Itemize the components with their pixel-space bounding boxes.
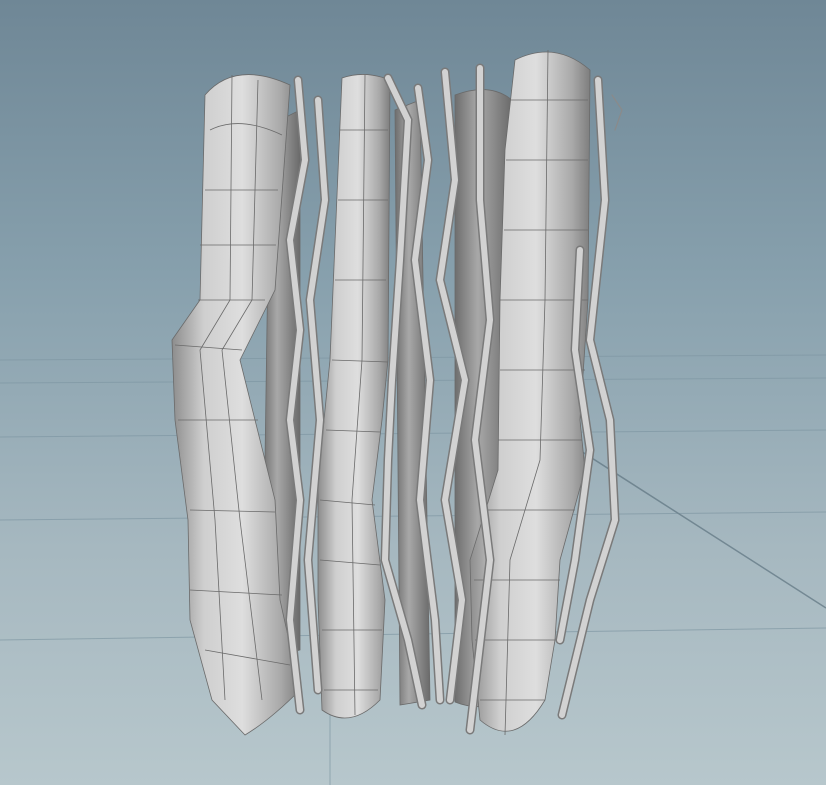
scene-canvas[interactable] <box>0 0 826 785</box>
mesh-tube-middle <box>317 74 391 719</box>
3d-viewport[interactable] <box>0 0 826 785</box>
